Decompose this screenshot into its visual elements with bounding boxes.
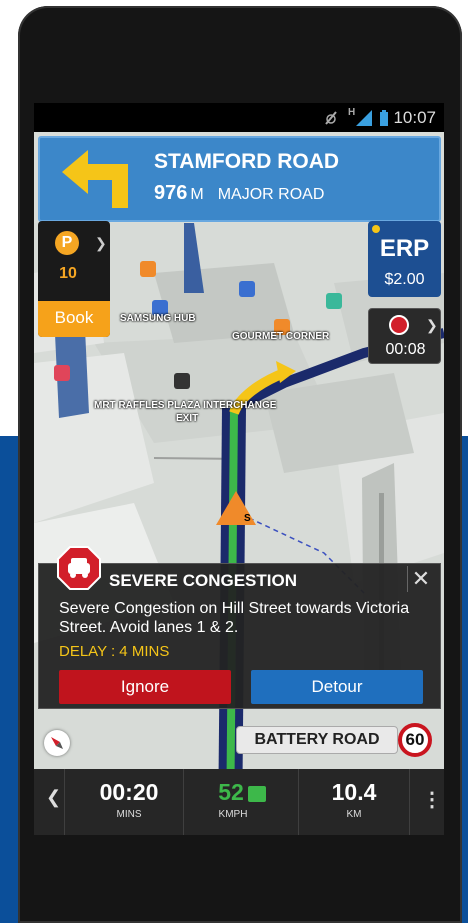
timer-value: 00:08: [385, 341, 426, 358]
distance-unit: M: [190, 186, 204, 203]
parking-icon: P: [55, 231, 79, 255]
street-name: STAMFORD ROAD: [154, 150, 340, 173]
eta-time-unit: MINS: [116, 809, 142, 820]
erp-price: $2.00: [384, 271, 425, 288]
turn-left-icon: [62, 150, 128, 208]
distance-to-turn: 976 M MAJOR ROAD: [154, 182, 324, 205]
book-parking-button[interactable]: Book: [38, 301, 110, 337]
turn-instruction-banner[interactable]: STAMFORD ROAD 976 M MAJOR ROAD: [38, 136, 441, 222]
remaining-distance-unit: KM: [346, 809, 362, 820]
remaining-distance-value: 10.4: [331, 779, 377, 805]
chevron-right-icon: ❯: [95, 235, 107, 251]
parking-count: 10: [59, 265, 77, 282]
map-label-gourmet-corner: GOURMET CORNER: [232, 331, 330, 342]
erp-widget[interactable]: ERP $2.00: [368, 221, 441, 297]
congestion-alert-panel: SEVERE CONGESTION ✕ Severe Congestion on…: [38, 546, 441, 709]
ignore-button[interactable]: Ignore: [59, 670, 231, 704]
speed-limit-sign: 60: [398, 723, 432, 757]
leaf-icon: [247, 785, 266, 802]
current-road-sign: BATTERY ROAD: [236, 726, 398, 754]
detour-button[interactable]: Detour: [251, 670, 423, 704]
clock: 10:07: [393, 108, 436, 127]
timer-widget[interactable]: ❯ 00:08: [368, 308, 441, 364]
mute-icon: [325, 111, 337, 125]
erp-label: ERP: [379, 235, 430, 262]
signal-icon: [356, 110, 372, 126]
alert-title: SEVERE CONGESTION: [109, 571, 297, 590]
road-type: MAJOR ROAD: [217, 186, 325, 203]
speed-value: 52: [218, 779, 244, 805]
alert-delay: DELAY : 4 MINS: [59, 643, 170, 660]
current-speed: 52: [182, 779, 302, 806]
trip-info-bar: ❮ 00:20 MINS 52 KMPH 10.4 KM ⋮: [34, 769, 444, 835]
map-label-samsung-hub: SAMSUNG HUB: [120, 313, 196, 324]
timer-icon: [389, 315, 409, 335]
more-icon[interactable]: ⋮: [422, 787, 442, 812]
erp-indicator-dot: [372, 225, 380, 233]
divider: [409, 769, 410, 835]
map-label-mrt: MRT RAFFLES PLAZA INTERCHANGE: [94, 400, 277, 411]
chevron-right-icon: ❯: [426, 317, 438, 333]
speed-unit: KMPH: [218, 809, 248, 820]
close-icon[interactable]: ✕: [407, 566, 434, 592]
congestion-car-icon: [57, 546, 101, 590]
network-type-label: H: [348, 107, 356, 118]
map-label-mrt-exit: EXIT: [176, 413, 199, 424]
distance-value: 976: [154, 182, 188, 204]
battery-icon: [380, 110, 388, 126]
divider: [64, 769, 65, 835]
compass-icon[interactable]: [44, 730, 70, 756]
parking-widget[interactable]: P ❯ 10 Book: [38, 221, 110, 337]
chevron-left-icon[interactable]: ❮: [46, 787, 61, 808]
vehicle-position-label: S: [244, 513, 251, 524]
alert-message: Severe Congestion on Hill Street towards…: [59, 600, 410, 636]
status-bar: H 10:07: [34, 103, 444, 132]
navigation-screen: SAMSUNG HUB GOURMET CORNER MRT RAFFLES P…: [34, 103, 444, 835]
eta-time-value: 00:20: [99, 779, 159, 805]
